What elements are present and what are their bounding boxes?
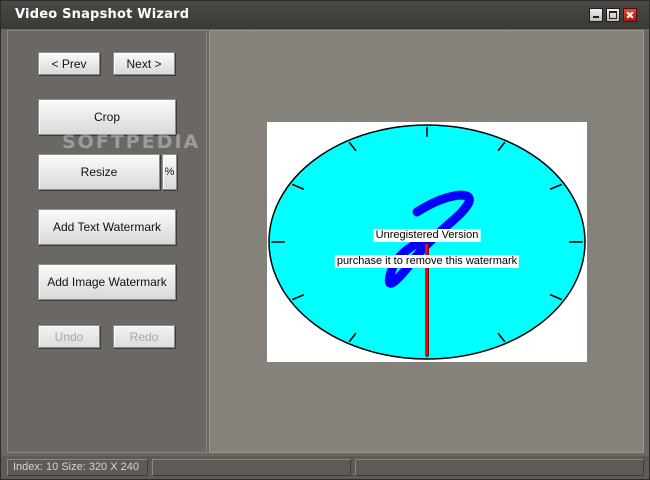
resize-percent-input[interactable]: % bbox=[162, 154, 177, 190]
clock-image bbox=[268, 124, 586, 360]
maximize-icon[interactable] bbox=[606, 8, 620, 22]
close-icon[interactable] bbox=[623, 8, 637, 22]
prev-button[interactable]: < Prev bbox=[38, 52, 100, 75]
add-text-watermark-button[interactable]: Add Text Watermark bbox=[38, 209, 176, 245]
redo-button[interactable]: Redo bbox=[113, 325, 175, 348]
window-title: Video Snapshot Wizard bbox=[15, 7, 190, 22]
undo-button[interactable]: Undo bbox=[38, 325, 100, 348]
status-cell-3 bbox=[355, 459, 644, 476]
status-cell-2 bbox=[152, 459, 351, 476]
add-image-watermark-button[interactable]: Add Image Watermark bbox=[38, 264, 176, 300]
status-bar: Index: 10 Size: 320 X 240 bbox=[1, 456, 649, 479]
snapshot-preview[interactable]: Unregistered Version purchase it to remo… bbox=[267, 122, 587, 362]
tools-panel: < Prev Next > Crop SOFTPEDIA www.softped… bbox=[7, 30, 207, 453]
crop-button[interactable]: Crop bbox=[38, 99, 176, 135]
app-window: Video Snapshot Wizard < Prev Next > Crop… bbox=[0, 0, 650, 480]
next-button[interactable]: Next > bbox=[113, 52, 175, 75]
watermark-line-2: purchase it to remove this watermark bbox=[334, 255, 520, 268]
title-bar[interactable]: Video Snapshot Wizard bbox=[1, 1, 649, 29]
watermark-line-1: Unregistered Version bbox=[373, 229, 481, 242]
minimize-icon[interactable] bbox=[589, 8, 603, 22]
resize-button[interactable]: Resize bbox=[38, 154, 160, 190]
status-info: Index: 10 Size: 320 X 240 bbox=[7, 459, 148, 476]
